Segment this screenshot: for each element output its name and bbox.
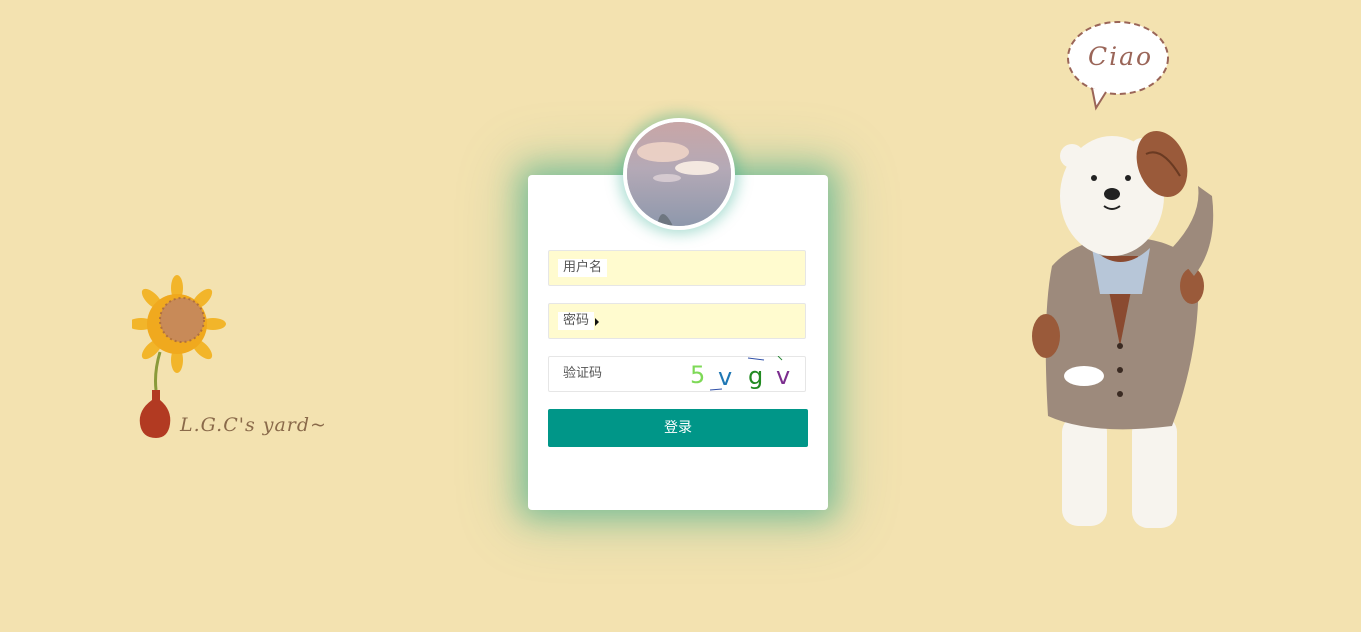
polar-bear-icon [1032,21,1214,528]
captcha-placeholder: 验证码 [563,366,603,381]
yard-caption: L.G.C's yard~ [180,414,327,436]
avatar [623,118,735,230]
captcha-char-1: 5 [690,361,705,389]
speech-bubble-text: Ciao [1088,42,1154,71]
text-caret [595,318,599,326]
password-field[interactable]: 密码 [548,303,806,339]
captcha-char-3: g [748,362,763,390]
username-placeholder: 用户名 [558,259,608,277]
password-placeholder: 密码 [558,312,595,330]
captcha-char-2: v [718,363,732,391]
captcha-char-4: v [776,362,790,390]
captcha-image[interactable]: 5 v g v [686,356,798,392]
login-button[interactable]: 登录 [548,409,808,447]
login-page: L.G.C's yard~ Ciao 用户名 密码 验证码 5 v g v 登录 [0,0,1361,632]
avatar-photo-icon [627,122,731,226]
username-field[interactable]: 用户名 [548,250,806,286]
